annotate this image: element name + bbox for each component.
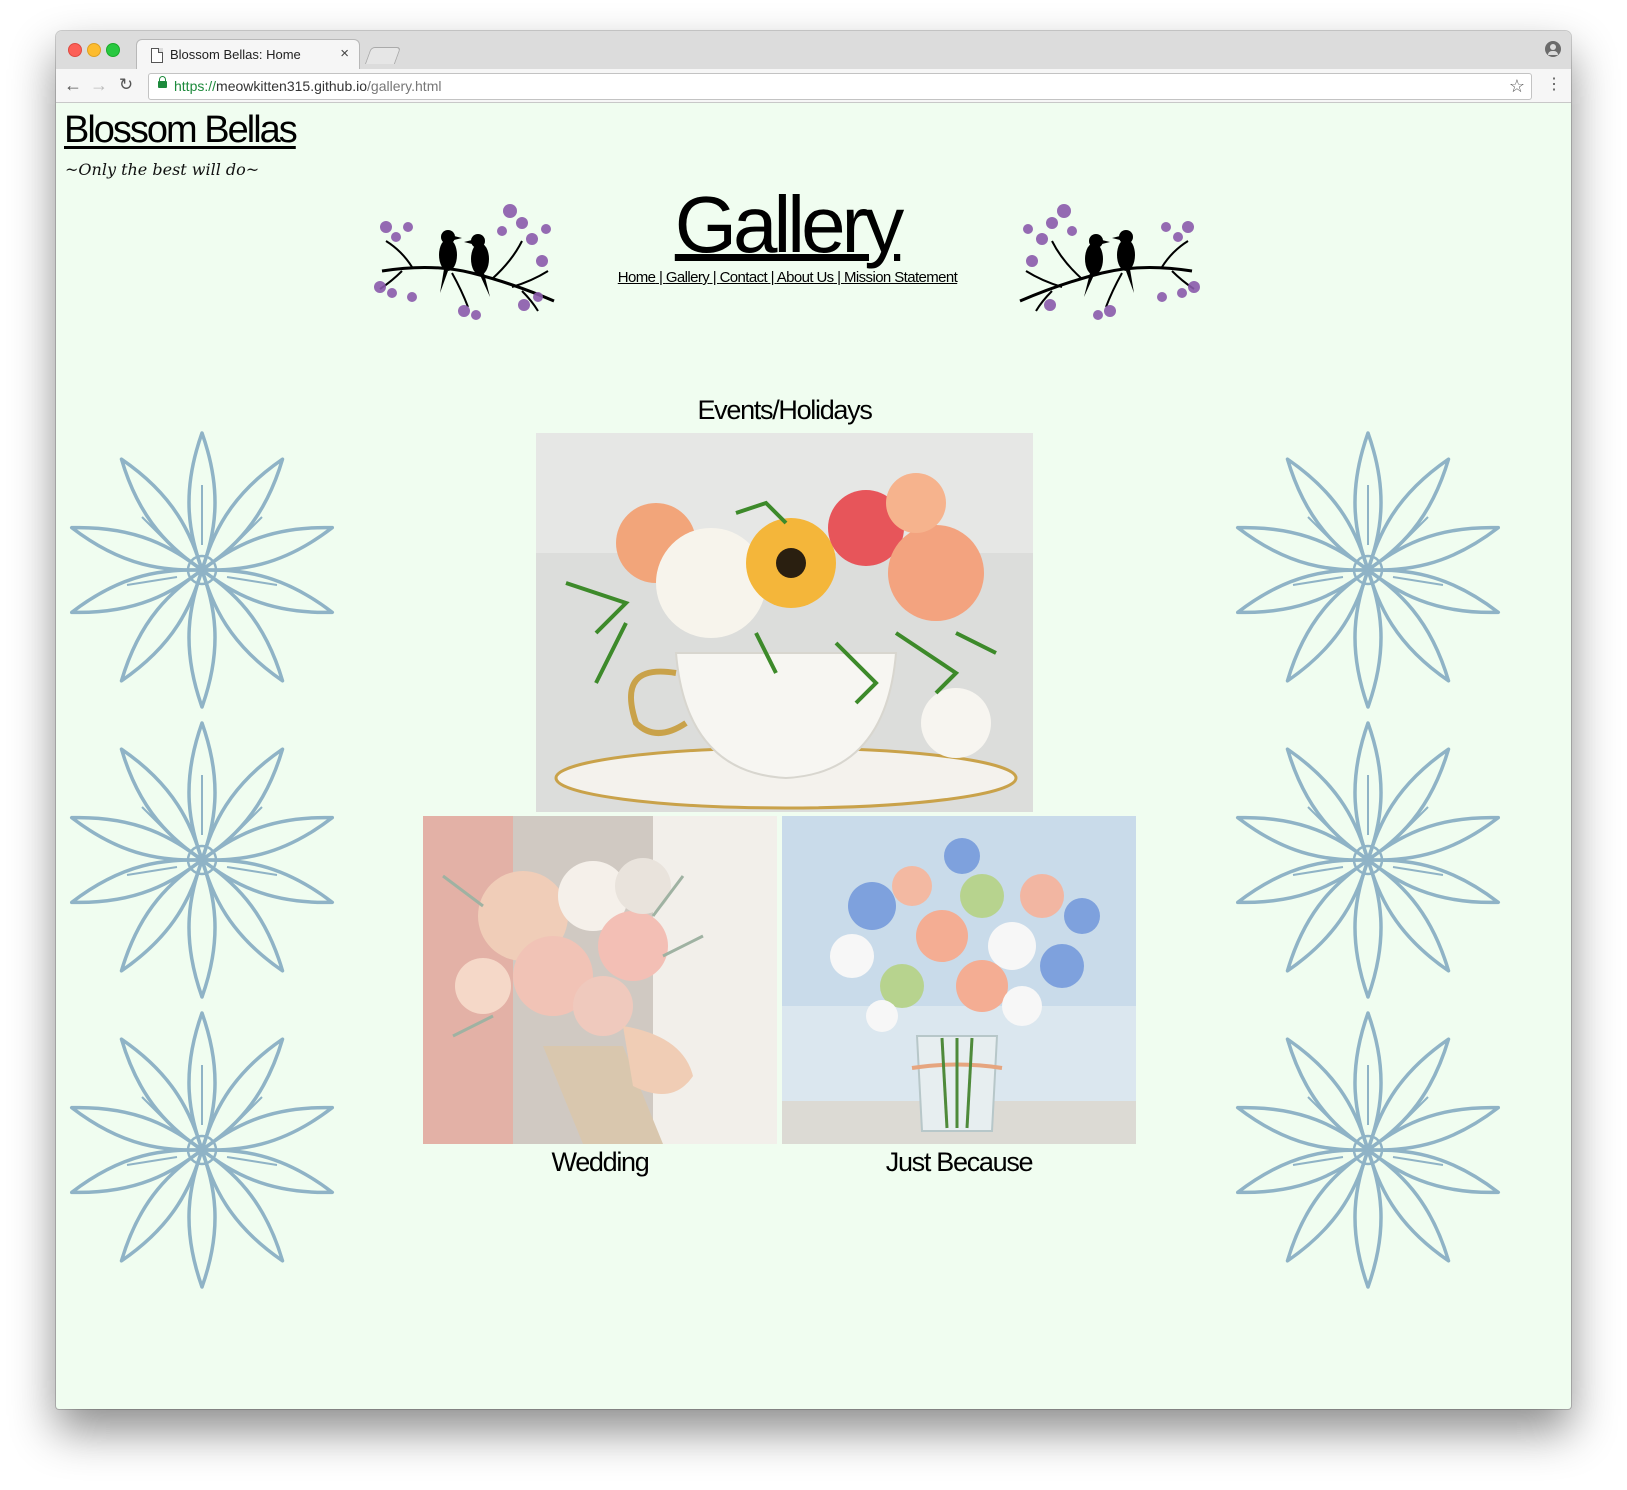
star-icon[interactable]: ☆ xyxy=(1509,74,1525,98)
menu-icon[interactable]: ⋮ xyxy=(1546,75,1562,95)
birds-on-branch-icon xyxy=(374,204,555,320)
page-icon xyxy=(151,48,163,63)
browser-toolbar: ← → ↻ https://meowkitten315.github.io/ga… xyxy=(56,69,1571,103)
wedding-label: Wedding xyxy=(551,1147,650,1177)
close-window-button[interactable] xyxy=(68,43,82,57)
tab-close-icon[interactable]: × xyxy=(340,45,349,63)
nav-mission-link[interactable]: Mission Statement xyxy=(844,269,958,286)
address-bar[interactable]: https://meowkitten315.github.io/gallery.… xyxy=(148,73,1532,100)
wedding-photo[interactable] xyxy=(423,816,777,1144)
birds-on-branch-icon xyxy=(1019,204,1200,320)
nav-home-link[interactable]: Home xyxy=(618,269,656,286)
site-tagline: ~Only the best will do~ xyxy=(65,160,260,179)
events-holidays-photo[interactable] xyxy=(536,433,1033,812)
url-text[interactable]: https://meowkitten315.github.io/gallery.… xyxy=(174,78,441,94)
lily-flower-icon xyxy=(1228,715,1508,1005)
lock-icon xyxy=(158,76,167,88)
just-because-photo[interactable] xyxy=(782,816,1136,1144)
maximize-window-button[interactable] xyxy=(106,43,120,57)
nav-gallery-link[interactable]: Gallery xyxy=(666,269,710,286)
browser-window: Blossom Bellas: Home × ← → ↻ https://meo… xyxy=(56,31,1571,1409)
page-content: Blossom Bellas ~Only the best will do~ G… xyxy=(56,103,1571,1409)
tab-blossom-bellas[interactable]: Blossom Bellas: Home × xyxy=(136,39,360,71)
lily-flower-icon xyxy=(1228,425,1508,715)
main-nav: Home | Gallery | Contact | About Us | Mi… xyxy=(617,269,958,286)
minimize-window-button[interactable] xyxy=(87,43,101,57)
events-holidays-label: Events/Holidays xyxy=(697,395,872,425)
tab-bar: Blossom Bellas: Home × xyxy=(56,31,1571,71)
page-title: Gallery xyxy=(674,180,904,269)
profile-icon[interactable] xyxy=(1545,41,1561,57)
nav-about-link[interactable]: About Us xyxy=(777,269,835,286)
back-arrow-icon[interactable]: ← xyxy=(62,74,84,96)
lily-flower-icon xyxy=(62,425,342,715)
tab-title: Blossom Bellas: Home xyxy=(170,47,301,62)
lily-flower-icon xyxy=(62,1005,342,1295)
lily-flower-icon xyxy=(62,715,342,1005)
forward-arrow-icon[interactable]: → xyxy=(88,74,110,96)
site-brand[interactable]: Blossom Bellas xyxy=(64,109,298,152)
just-because-label: Just Because xyxy=(885,1147,1034,1177)
reload-icon[interactable]: ↻ xyxy=(115,74,137,96)
nav-contact-link[interactable]: Contact xyxy=(720,269,768,286)
new-tab-button[interactable] xyxy=(364,47,402,64)
lily-flower-icon xyxy=(1228,1005,1508,1295)
